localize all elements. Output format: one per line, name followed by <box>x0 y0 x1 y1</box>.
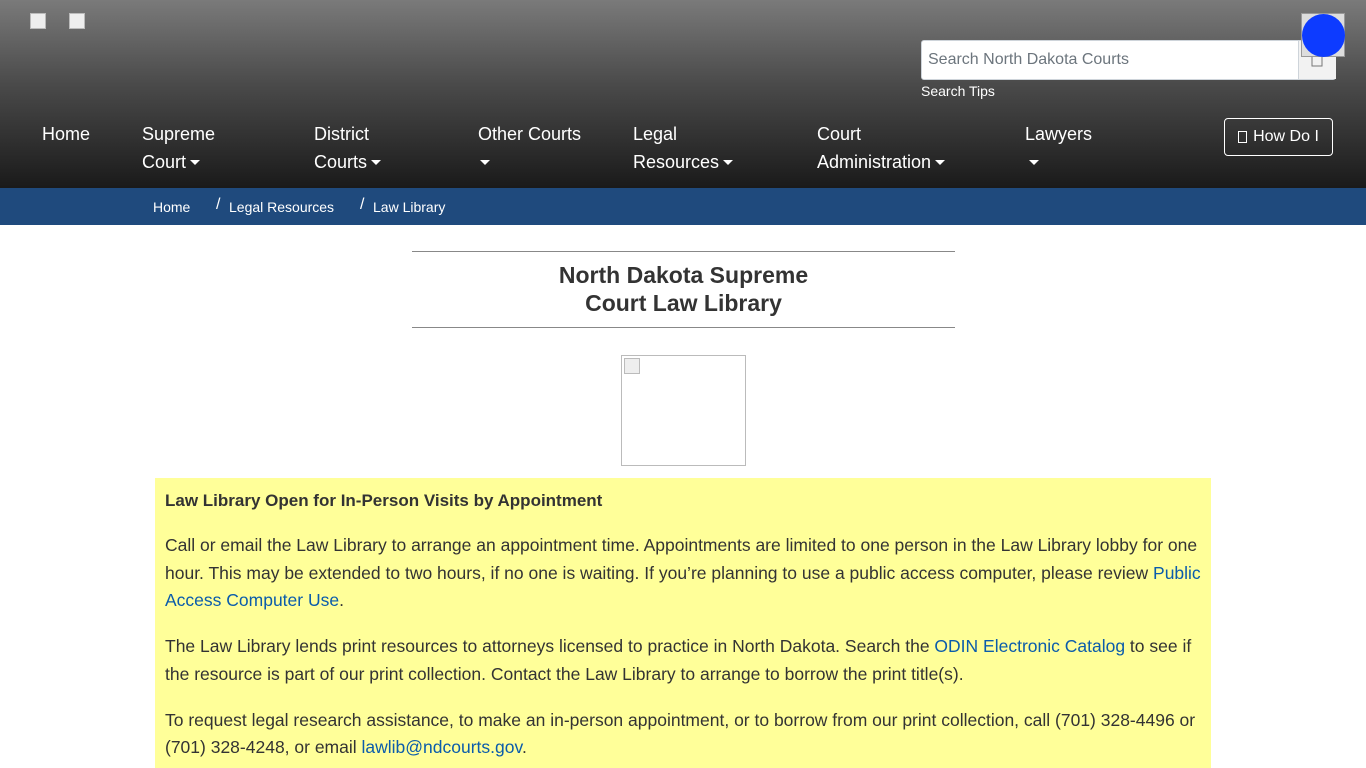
notice-p2-text: The Law Library lends print resources to… <box>165 636 935 657</box>
nav-home-label: Home <box>42 124 91 144</box>
breadcrumb-separator: / <box>360 196 365 213</box>
notice-p1-text: Call or email the Law Library to arrange… <box>165 535 1198 583</box>
page-title: North Dakota Supreme Court Law Library <box>412 261 955 317</box>
nav-lawyers-label: Lawyers <box>1025 124 1093 144</box>
title-divider-bottom <box>412 327 955 328</box>
caret-down-icon <box>480 160 490 165</box>
notice-paragraph-appointments: Call or email the Law Library to arrange… <box>165 532 1201 615</box>
odin-catalog-link[interactable]: ODIN Electronic Catalog <box>934 636 1125 656</box>
nav-court-administration-label-2: Administration <box>817 152 932 172</box>
notice-p3-text: To request legal research assistance, to… <box>165 709 1196 758</box>
lawlib-email-link[interactable]: lawlib@ndcourts.gov <box>362 737 522 757</box>
breadcrumb-home[interactable]: Home <box>153 199 190 215</box>
question-icon <box>1238 131 1248 143</box>
nav-district-courts-label-1: District <box>314 124 369 144</box>
breadcrumb-separator: / <box>216 196 221 213</box>
nav-legal-resources-label-1: Legal <box>633 124 678 144</box>
broken-image-icon <box>69 13 85 29</box>
notice-heading: Law Library Open for In-Person Visits by… <box>165 491 603 510</box>
search-tips-link[interactable]: Search Tips <box>921 83 995 99</box>
how-do-i-label: How Do I <box>1253 128 1319 145</box>
broken-image-icon <box>30 13 46 29</box>
breadcrumb-law-library: Law Library <box>373 199 446 215</box>
site-name-logo[interactable] <box>69 13 85 29</box>
caret-down-icon <box>935 160 946 165</box>
nav-district-courts-label-2: Courts <box>314 152 368 172</box>
nav-legal-resources[interactable]: Legal Resources <box>633 120 753 176</box>
law-library-photo <box>621 355 746 466</box>
nav-home[interactable]: Home <box>42 120 90 148</box>
caret-down-icon <box>723 160 734 165</box>
notice-p1-end: . <box>339 590 344 611</box>
broken-image-icon <box>624 358 640 374</box>
notice-p3-end: . <box>521 737 527 758</box>
accessibility-widget-button[interactable] <box>1302 14 1345 57</box>
nav-supreme-court-label-1: Supreme <box>142 124 216 144</box>
title-divider-top <box>412 251 955 252</box>
notice-paragraph-contact: To request legal research assistance, to… <box>165 707 1201 762</box>
how-do-i-button[interactable]: How Do I <box>1224 118 1333 156</box>
court-seal-logo[interactable] <box>30 13 46 29</box>
page-title-line-1: North Dakota Supreme <box>558 262 809 288</box>
nav-supreme-court-label-2: Court <box>142 152 187 172</box>
nav-court-administration[interactable]: Court Administration <box>817 120 977 176</box>
nav-lawyers[interactable]: Lawyers <box>1025 120 1125 176</box>
search-box <box>921 40 1336 80</box>
nav-supreme-court[interactable]: Supreme Court <box>142 120 252 176</box>
breadcrumb-legal-resources[interactable]: Legal Resources <box>229 199 334 215</box>
nav-district-courts[interactable]: District Courts <box>314 120 414 176</box>
caret-down-icon <box>1029 160 1039 165</box>
caret-down-icon <box>190 160 201 165</box>
appointment-notice: Law Library Open for In-Person Visits by… <box>155 478 1211 768</box>
caret-down-icon <box>371 160 382 165</box>
breadcrumb: Home / Legal Resources / Law Library <box>0 188 1366 225</box>
nav-other-courts[interactable]: Other Courts <box>478 120 598 176</box>
page-title-line-2: Court Law Library <box>585 290 782 316</box>
nav-court-administration-label-1: Court <box>817 124 862 144</box>
nav-other-courts-label: Other Courts <box>478 124 582 144</box>
notice-paragraph-lending: The Law Library lends print resources to… <box>165 633 1201 688</box>
site-header: Search Tips Home Supreme Court District … <box>0 0 1366 188</box>
search-input[interactable] <box>922 41 1298 79</box>
nav-legal-resources-label-2: Resources <box>633 152 720 172</box>
